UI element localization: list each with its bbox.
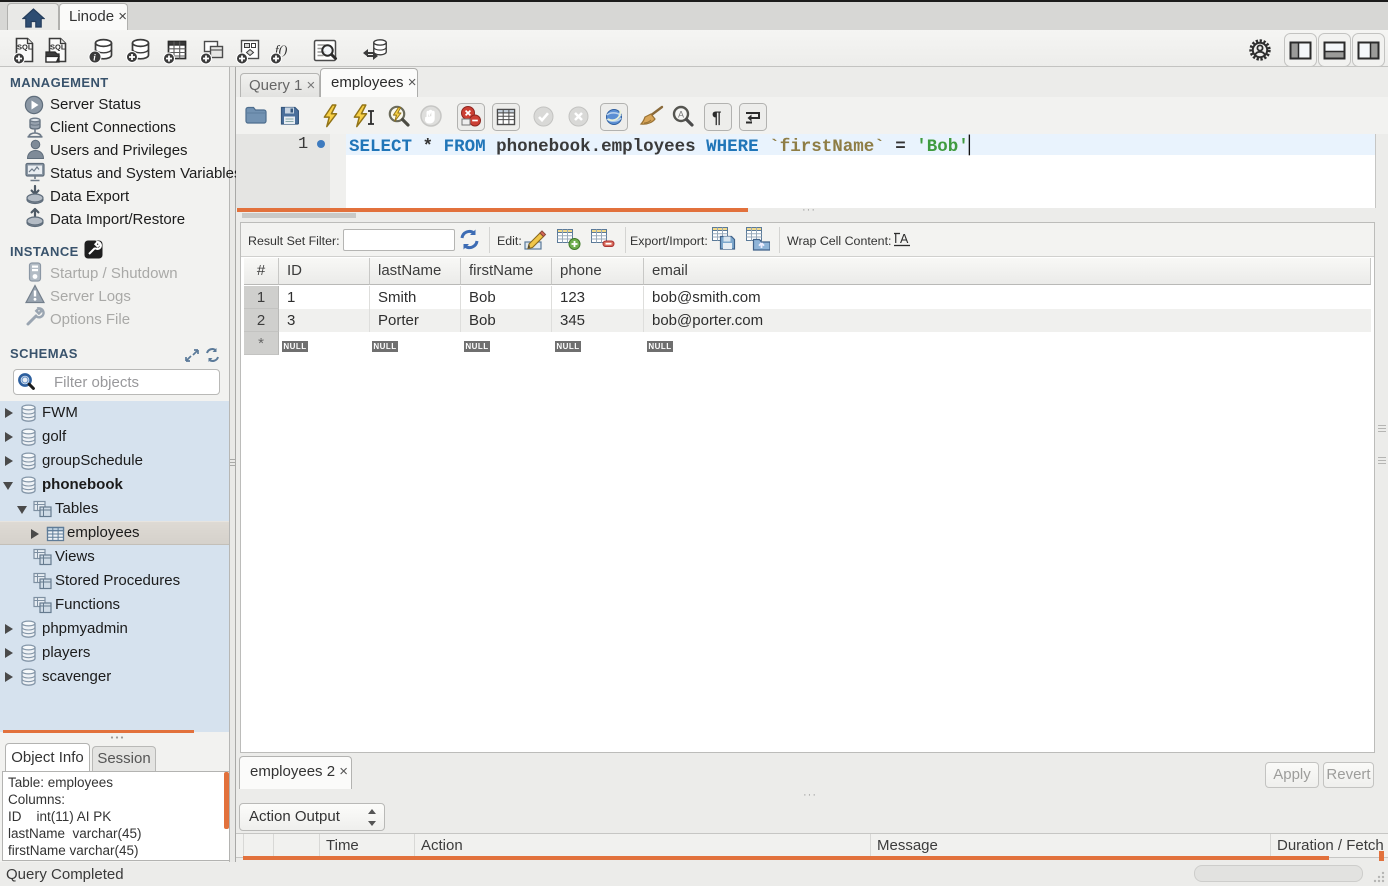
svg-text:A: A [900,232,909,246]
svg-text:SQL: SQL [17,43,33,52]
svg-text:¶: ¶ [712,108,721,127]
svg-text:A: A [678,110,684,120]
svg-text:SQL: SQL [50,43,66,52]
